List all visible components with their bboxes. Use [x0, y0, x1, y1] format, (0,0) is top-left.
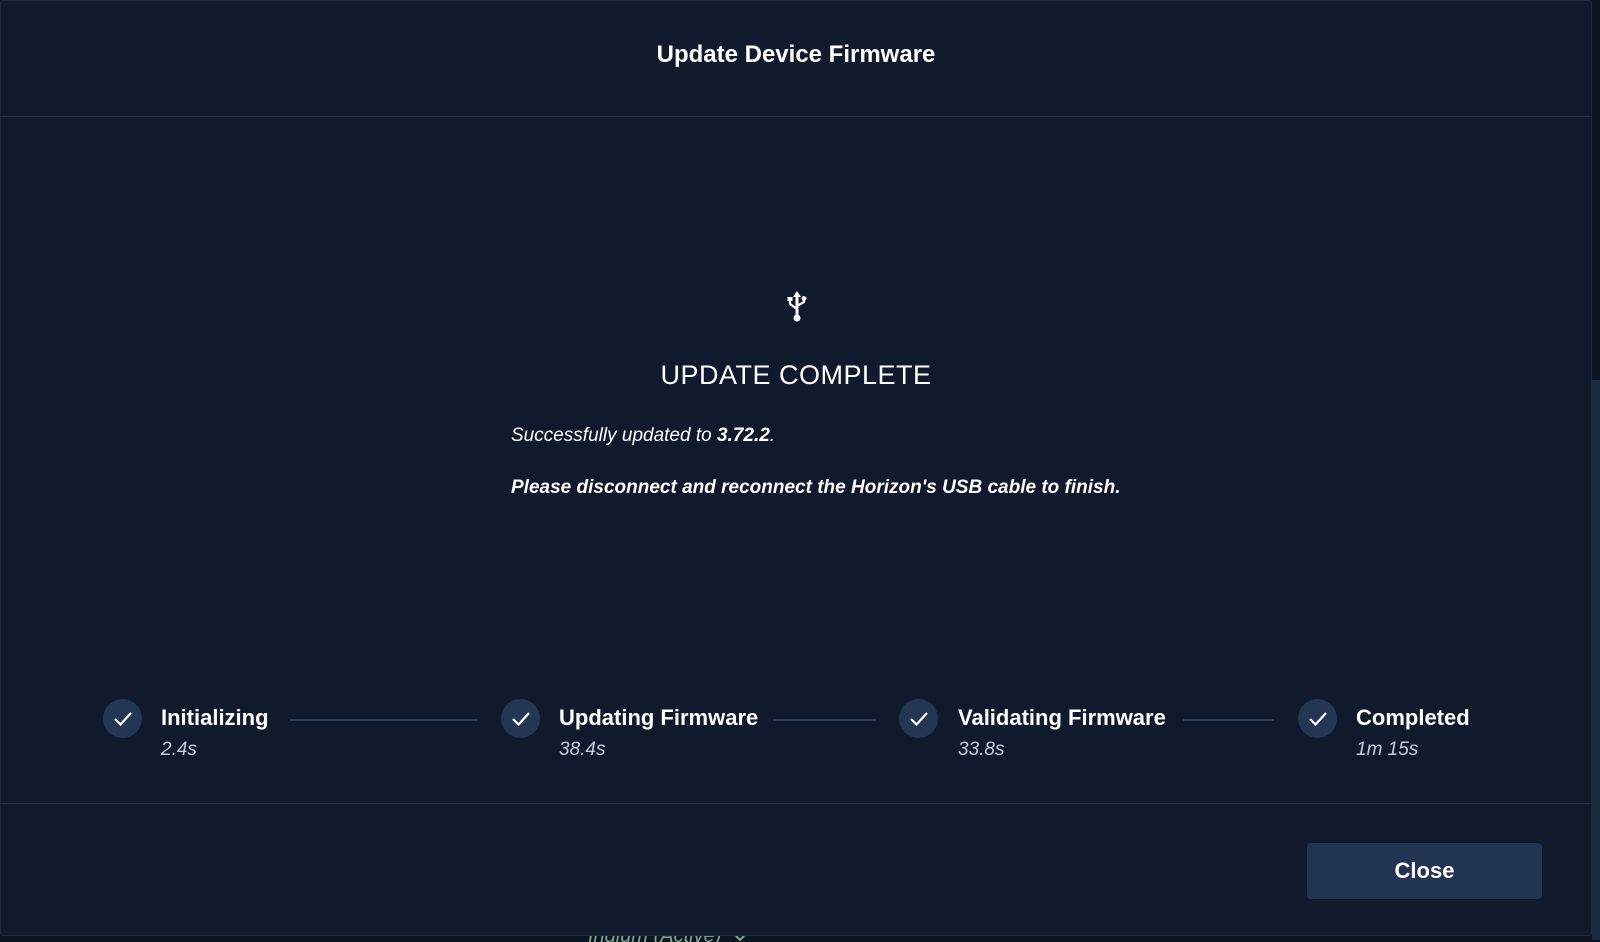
update-status-heading: UPDATE COMPLETE	[660, 360, 932, 390]
firmware-update-dialog: Update Device Firmware UPDATE COMPLETE S…	[0, 0, 1592, 936]
usb-icon	[787, 291, 807, 322]
step-check-badge	[103, 699, 142, 738]
dialog-header: Update Device Firmware	[1, 1, 1591, 117]
success-message-prefix: Successfully updated to	[511, 425, 717, 446]
progress-stepper: Initializing 2.4s Updating Firmware 38.4…	[1, 699, 1591, 769]
step-time-validating-firmware: 33.8s	[958, 739, 1005, 760]
success-message: Successfully updated to 3.72.2.	[511, 424, 775, 448]
step-connector	[1183, 719, 1274, 721]
reconnect-instruction: Please disconnect and reconnect the Hori…	[511, 477, 1121, 498]
step-label-initializing: Initializing	[161, 705, 269, 730]
step-label-validating-firmware: Validating Firmware	[958, 705, 1166, 730]
step-connector	[773, 719, 876, 721]
check-icon	[1309, 712, 1327, 727]
check-icon	[910, 712, 928, 727]
step-check-badge	[899, 699, 938, 738]
dialog-footer-divider	[1, 803, 1591, 804]
step-label-completed: Completed	[1356, 705, 1470, 730]
step-connector	[290, 719, 477, 721]
step-time-updating-firmware: 38.4s	[559, 739, 606, 760]
step-time-initializing: 2.4s	[161, 739, 197, 760]
check-icon	[114, 712, 132, 727]
step-check-badge	[501, 699, 540, 738]
success-message-suffix: .	[769, 425, 776, 446]
background-edge-strip	[1592, 380, 1600, 940]
dialog-title: Update Device Firmware	[656, 41, 936, 68]
firmware-version: 3.72.2	[716, 425, 770, 446]
step-label-updating-firmware: Updating Firmware	[559, 705, 759, 730]
check-icon	[512, 712, 530, 727]
step-time-completed: 1m 15s	[1356, 739, 1419, 760]
step-check-badge	[1298, 699, 1337, 738]
close-button[interactable]: Close	[1307, 843, 1542, 899]
